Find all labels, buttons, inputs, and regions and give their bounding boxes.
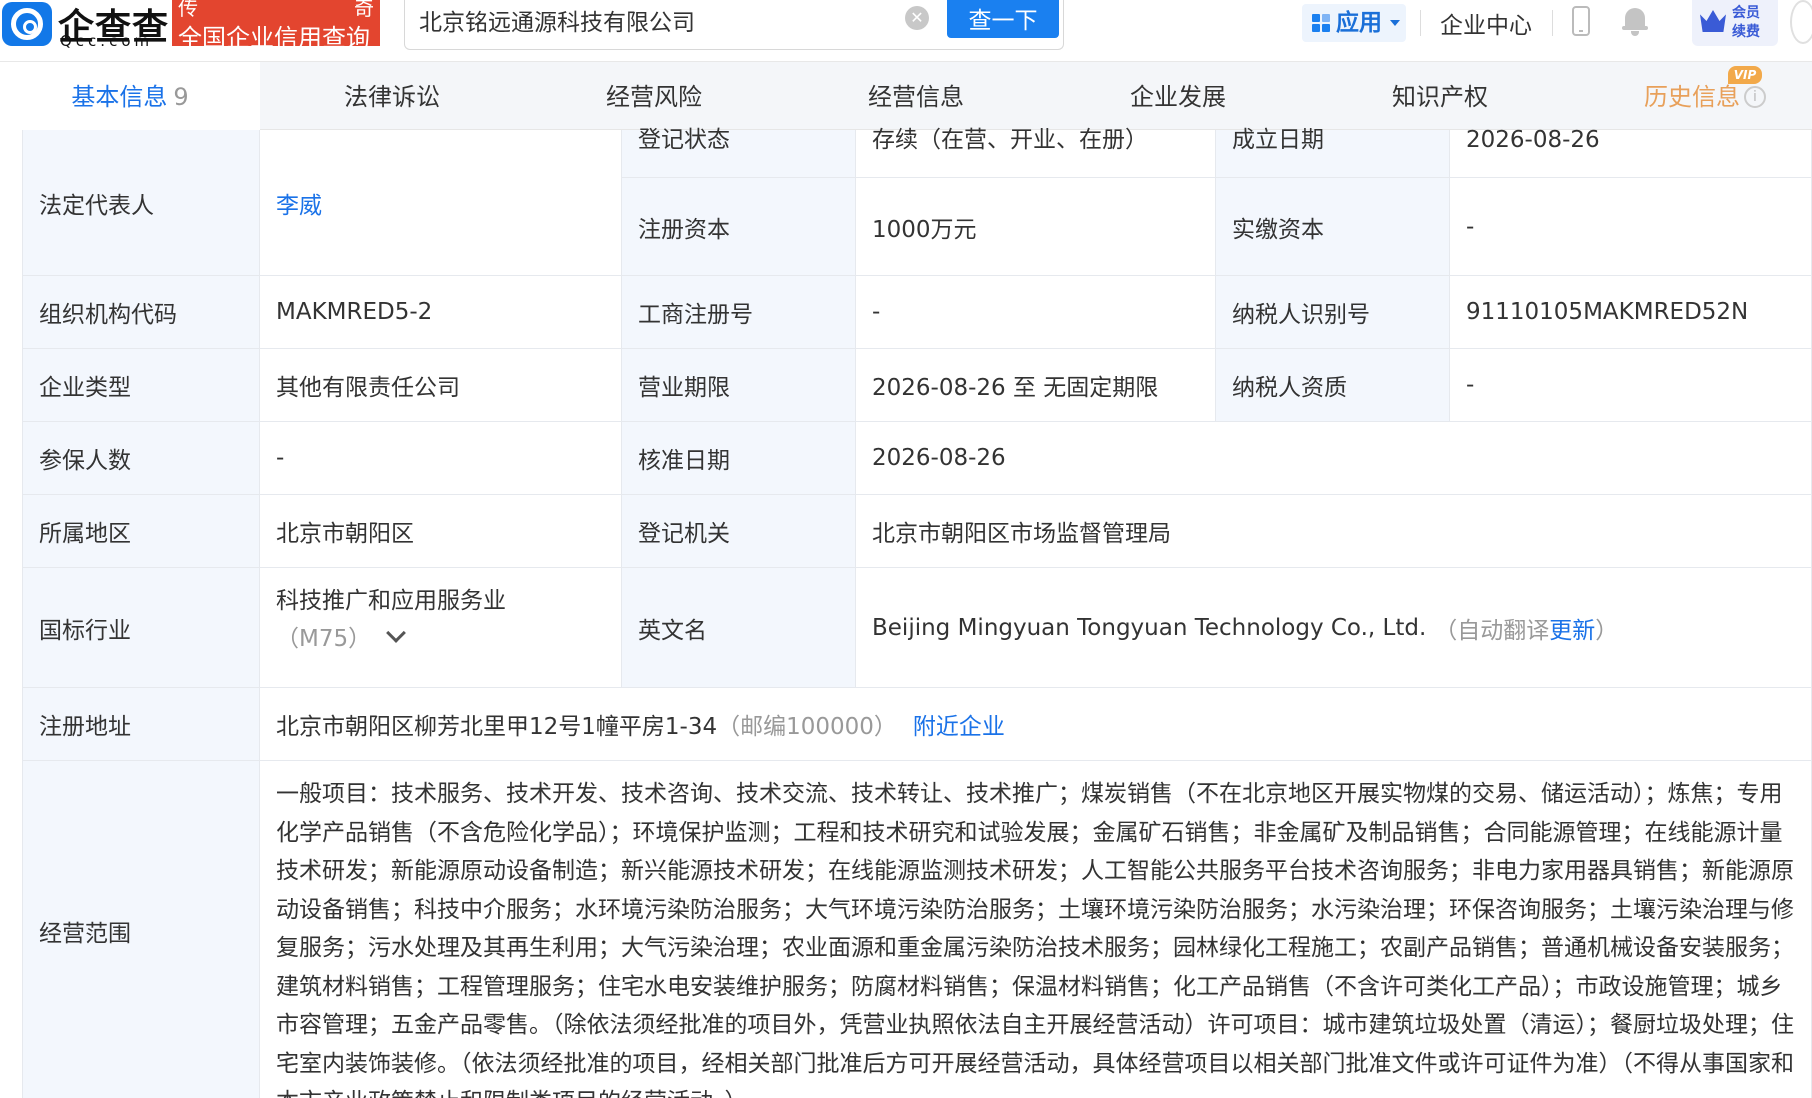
legal-rep-cell: 李威 bbox=[260, 130, 622, 276]
insured-label: 参保人数 bbox=[22, 422, 260, 495]
avatar[interactable] bbox=[1790, 0, 1812, 44]
vip-tag: VIP bbox=[1728, 66, 1762, 84]
caret-down-icon bbox=[1390, 20, 1400, 26]
company-type-value: 其他有限责任公司 bbox=[260, 349, 622, 422]
enterprise-center-link[interactable]: 企业中心 bbox=[1440, 6, 1532, 40]
legal-rep-link[interactable]: 李威 bbox=[276, 186, 322, 220]
crown-icon bbox=[1700, 10, 1726, 32]
reg-status-label: 登记状态 bbox=[622, 129, 856, 178]
paid-capital-value: - bbox=[1450, 178, 1812, 276]
apps-menu-button[interactable]: 应用 bbox=[1302, 4, 1406, 42]
reg-status-value: 存续（在营、开业、在册） bbox=[856, 129, 1216, 178]
vip-renew-button[interactable]: 会员 续费 bbox=[1692, 0, 1778, 46]
divider bbox=[1420, 10, 1421, 36]
tax-qual-value: - bbox=[1450, 349, 1812, 422]
apps-label: 应用 bbox=[1336, 10, 1382, 36]
apps-grid-icon bbox=[1312, 14, 1330, 32]
tab-legal[interactable]: 法律诉讼 bbox=[262, 62, 522, 130]
postcode: （邮编100000） bbox=[717, 714, 897, 740]
biz-reg-no-value: - bbox=[856, 276, 1216, 349]
tab-count: 9 bbox=[173, 83, 189, 111]
company-type-label: 企业类型 bbox=[22, 349, 260, 422]
scope-label: 经营范围 bbox=[22, 761, 260, 1098]
vip-line1: 会员 bbox=[1732, 5, 1760, 21]
info-icon[interactable]: i bbox=[1744, 86, 1766, 108]
english-name-label: 英文名 bbox=[622, 568, 856, 688]
scope-cell: 一般项目：技术服务、技术开发、技术咨询、技术交流、技术转让、技术推广；煤炭销售（… bbox=[260, 761, 1812, 1098]
approve-date-value: 2026-08-26 bbox=[856, 422, 1812, 495]
update-link[interactable]: 更新 bbox=[1549, 611, 1595, 645]
reg-capital-value: 1000万元 bbox=[856, 178, 1216, 276]
legal-rep-label: 法定代表人 bbox=[22, 130, 260, 276]
address-cell: 北京市朝阳区柳芳北里甲12号1幢平房1-34 （邮编100000） 附近企业 bbox=[260, 688, 1812, 761]
logo-domain: Qcc.com bbox=[60, 32, 154, 50]
chevron-down-icon[interactable] bbox=[386, 623, 407, 643]
org-code-label: 组织机构代码 bbox=[22, 276, 260, 349]
address-value: 北京市朝阳区柳芳北里甲12号1幢平房1-34 bbox=[276, 714, 718, 740]
slogan-banner: 传 奇 全国企业信用查询 bbox=[172, 0, 380, 52]
clear-icon[interactable]: ✕ bbox=[905, 6, 929, 30]
region-value: 北京市朝阳区 bbox=[260, 495, 622, 568]
mobile-app-icon[interactable] bbox=[1572, 6, 1590, 36]
industry-code: （M75） bbox=[276, 626, 372, 652]
tab-history[interactable]: 历史信息 bbox=[1572, 62, 1812, 130]
tab-operation[interactable]: 经营信息 bbox=[786, 62, 1046, 130]
scope-value: 一般项目：技术服务、技术开发、技术咨询、技术交流、技术转让、技术推广；煤炭销售（… bbox=[276, 781, 1794, 1098]
industry-value: 科技推广和应用服务业 bbox=[276, 588, 506, 614]
auto-translate-note: （自动翻译 bbox=[1434, 617, 1550, 644]
taxpayer-id-label: 纳税人识别号 bbox=[1216, 276, 1450, 349]
top-header: 企查查 Qcc.com 传 奇 全国企业信用查询 ✕ 查一下 应用 企业中心 会… bbox=[0, 0, 1812, 62]
term-label: 营业期限 bbox=[622, 349, 856, 422]
term-value: 2026-08-26 至 无固定期限 bbox=[856, 349, 1216, 422]
paid-capital-label: 实缴资本 bbox=[1216, 178, 1450, 276]
tab-basic-info[interactable]: 基本信息 9 bbox=[0, 62, 260, 130]
insured-value: - bbox=[260, 422, 622, 495]
search-input[interactable] bbox=[419, 4, 899, 36]
biz-reg-no-label: 工商注册号 bbox=[622, 276, 856, 349]
notification-bell-icon[interactable] bbox=[1622, 6, 1648, 36]
tab-development[interactable]: 企业发展 bbox=[1048, 62, 1308, 130]
vip-line2: 续费 bbox=[1732, 24, 1760, 40]
region-label: 所属地区 bbox=[22, 495, 260, 568]
tab-label: 基本信息 bbox=[71, 83, 168, 111]
est-date-value: 2026-08-26 bbox=[1450, 129, 1812, 178]
industry-label: 国标行业 bbox=[22, 568, 260, 688]
tax-qual-label: 纳税人资质 bbox=[1216, 349, 1450, 422]
english-name-value: Beijing Mingyuan Tongyuan Technology Co.… bbox=[872, 614, 1427, 641]
auto-translate-close: ） bbox=[1595, 617, 1619, 644]
authority-value: 北京市朝阳区市场监督管理局 bbox=[856, 495, 1812, 568]
qcc-logo-icon[interactable] bbox=[2, 2, 52, 46]
english-name-cell: Beijing Mingyuan Tongyuan Technology Co.… bbox=[856, 568, 1812, 688]
divider bbox=[1552, 10, 1553, 36]
section-tabs: 基本信息 9 法律诉讼 经营风险 经营信息 企业发展 知识产权 历史信息 bbox=[0, 62, 1812, 130]
address-label: 注册地址 bbox=[22, 688, 260, 761]
tab-risk[interactable]: 经营风险 bbox=[524, 62, 784, 130]
search-box: ✕ 查一下 bbox=[404, 0, 1064, 50]
approve-date-label: 核准日期 bbox=[622, 422, 856, 495]
reg-capital-label: 注册资本 bbox=[622, 178, 856, 276]
taxpayer-id-value: 91110105MAKMRED52N bbox=[1450, 276, 1812, 349]
est-date-label: 成立日期 bbox=[1216, 129, 1450, 178]
org-code-value: MAKMRED5-2 bbox=[260, 276, 622, 349]
authority-label: 登记机关 bbox=[622, 495, 856, 568]
industry-cell: 科技推广和应用服务业 （M75） bbox=[260, 568, 622, 688]
nearby-companies-link[interactable]: 附近企业 bbox=[913, 707, 1005, 741]
search-button[interactable]: 查一下 bbox=[947, 0, 1059, 38]
slogan-main: 全国企业信用查询 bbox=[178, 24, 370, 52]
tab-ip[interactable]: 知识产权 bbox=[1310, 62, 1570, 130]
